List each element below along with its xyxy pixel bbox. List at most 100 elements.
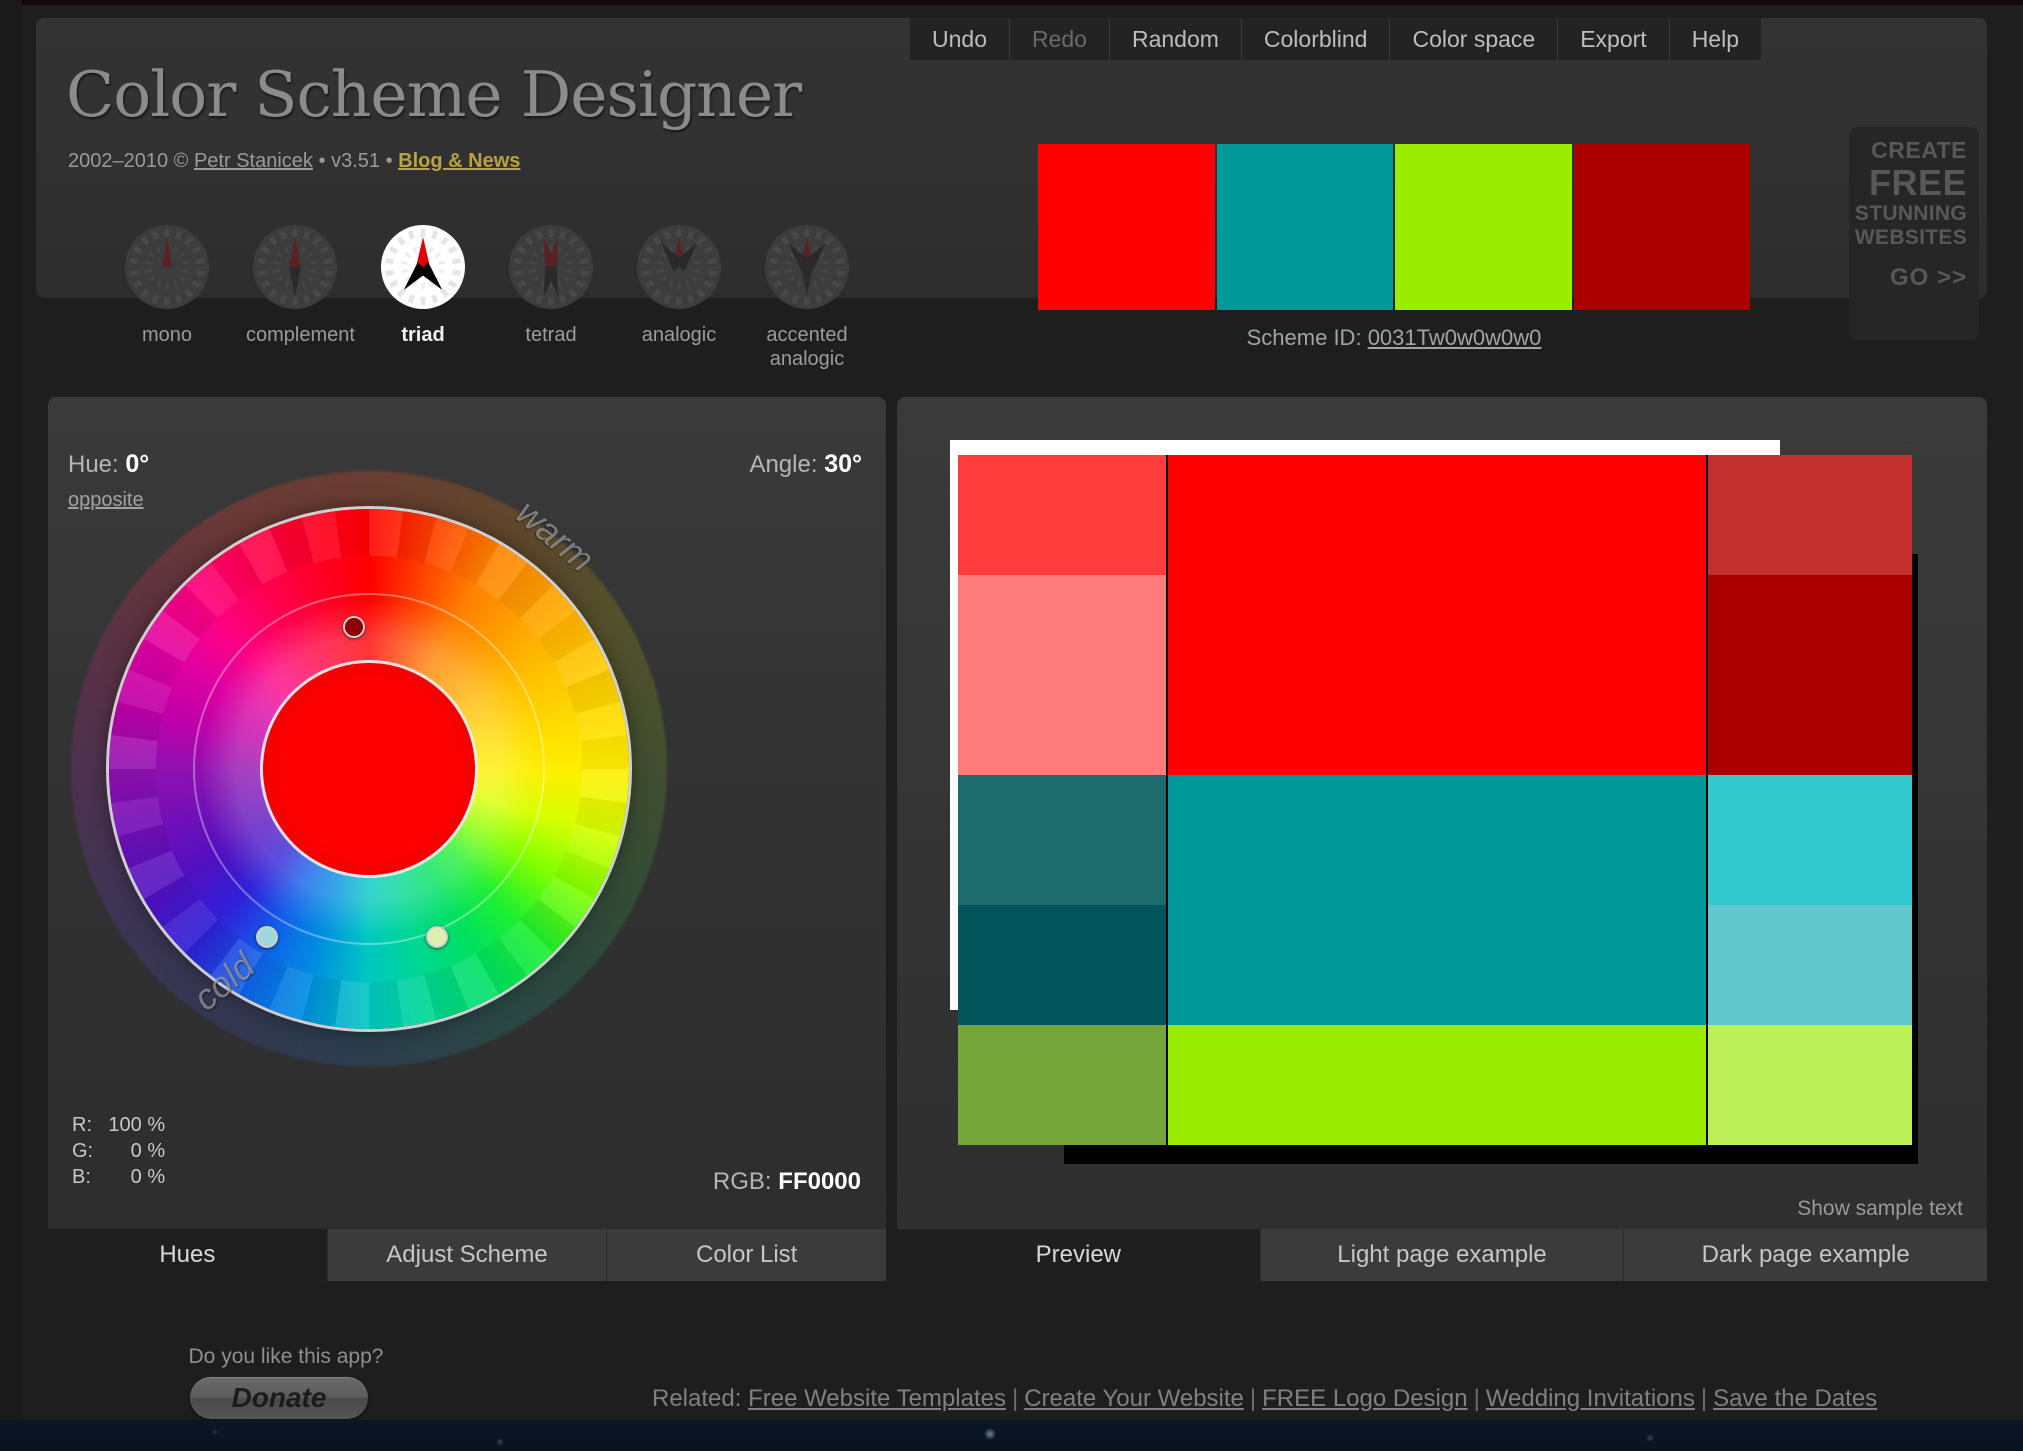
scheme-dial-icon	[123, 223, 211, 311]
related-separator: |	[1249, 1385, 1257, 1412]
blog-news-link[interactable]: Blog & News	[398, 150, 520, 172]
scheme-swatch-4[interactable]	[1573, 144, 1750, 310]
nav-item-help[interactable]: Help	[1668, 18, 1761, 60]
scheme-option-label: triad	[401, 324, 445, 346]
preview-block-left-green-mid	[958, 1025, 1168, 1145]
scheme-swatch-3[interactable]	[1395, 144, 1572, 310]
scheme-option-analogic[interactable]: analogic	[630, 223, 728, 371]
color-scheme-designer-app: Color Scheme Designer 2002–2010 © Petr S…	[0, 0, 2023, 1451]
rgb-hex-value: FF0000	[778, 1168, 861, 1195]
preview-block-right-cyan	[1708, 775, 1912, 905]
preview-block-left-teal-mid	[958, 775, 1168, 905]
byline-version: v3.51	[331, 150, 380, 172]
scheme-option-label: complement	[246, 324, 355, 346]
related-links: Related: Free Website Templates | Create Y…	[652, 1385, 1877, 1413]
preview-block-center-teal	[1168, 775, 1708, 1025]
scheme-option-accented-analogic[interactable]: accented analogic	[758, 223, 856, 371]
donate-section: Do you like this app? Donate	[189, 1345, 405, 1419]
nav-item-colorblind[interactable]: Colorblind	[1240, 18, 1390, 60]
rgb-g-value: 0 %	[130, 1140, 166, 1162]
wheel-handle-tertiary[interactable]	[426, 926, 448, 948]
scheme-option-tetrad[interactable]: tetrad	[502, 223, 600, 371]
byline: 2002–2010 © Petr Stanicek • v3.51 • Blog…	[68, 150, 520, 173]
nav-item-color-space[interactable]: Color space	[1389, 18, 1557, 60]
preview-block-right-red-muted	[1708, 455, 1912, 575]
scheme-swatch-1[interactable]	[1038, 144, 1215, 310]
ad-line-2: FREE	[1868, 162, 1967, 203]
related-link-1[interactable]: Free Website Templates	[748, 1385, 1006, 1412]
ad-line-4: WEBSITES	[1854, 226, 1967, 249]
angle-label-text: Angle:	[749, 451, 818, 478]
preview-block-center-green	[1168, 1025, 1708, 1145]
related-link-3[interactable]: FREE Logo Design	[1262, 1385, 1467, 1412]
byline-sep-1: •	[318, 150, 326, 172]
scheme-dial-icon	[251, 223, 339, 311]
tab-color-list[interactable]: Color List	[606, 1229, 886, 1281]
author-link[interactable]: Petr Stanicek	[194, 150, 313, 172]
tab-preview[interactable]: Preview	[897, 1229, 1260, 1281]
ad-go-link[interactable]: GO >>	[1849, 264, 1967, 292]
tab-dark-page-example[interactable]: Dark page example	[1623, 1229, 1987, 1281]
byline-copyright: 2002–2010 ©	[68, 150, 194, 172]
preview-block-right-green-pale	[1708, 1025, 1912, 1145]
nav-item-redo: Redo	[1008, 18, 1109, 60]
color-wheel[interactable]: warm cold	[71, 471, 667, 1067]
scheme-option-label: analogic	[641, 324, 717, 346]
rgb-b-key: B:	[72, 1166, 91, 1188]
window-chrome-left	[0, 0, 22, 1420]
angle-readout: Angle: 30°	[749, 450, 862, 479]
scheme-id-label: Scheme ID:	[1246, 325, 1362, 350]
tab-adjust-scheme[interactable]: Adjust Scheme	[326, 1229, 607, 1281]
show-sample-text-link[interactable]: Show sample text	[1797, 1197, 1963, 1221]
hues-panel: Hue: 0° Angle: 30° opposite warm cold R:…	[48, 397, 886, 1281]
nav-item-export[interactable]: Export	[1557, 18, 1668, 60]
preview-block-right-cyan-pale	[1708, 905, 1912, 1025]
scheme-dial-icon	[379, 223, 467, 311]
ad-line-1: CREATE	[1871, 137, 1967, 163]
related-link-5[interactable]: Save the Dates	[1713, 1385, 1877, 1412]
nav-item-undo[interactable]: Undo	[910, 18, 1009, 60]
scheme-option-label: tetrad	[525, 324, 577, 346]
wheel-handle-primary[interactable]	[343, 616, 365, 638]
donate-button[interactable]: Donate	[190, 1377, 368, 1419]
left-panel-tabs: Hues Adjust Scheme Color List	[48, 1229, 886, 1281]
preview-block-right-red-dark	[1708, 575, 1912, 775]
scheme-option-complement[interactable]: complement	[246, 223, 355, 371]
desktop-wallpaper-strip	[0, 1420, 2023, 1451]
nav-item-random[interactable]: Random	[1108, 18, 1241, 60]
related-separator: |	[1700, 1385, 1708, 1412]
scheme-swatch-2[interactable]	[1216, 144, 1393, 310]
rgb-hex-label: RGB:	[712, 1168, 772, 1195]
rgb-r-value: 100 %	[108, 1114, 166, 1136]
preview-color-blocks	[958, 455, 1912, 1145]
rgb-g-key: G:	[72, 1140, 94, 1162]
scheme-swatches	[1038, 144, 1750, 310]
promo-ad-box[interactable]: CREATE FREE STUNNING WEBSITES GO >>	[1849, 127, 1979, 340]
angle-value: 30°	[824, 450, 862, 478]
related-separator: |	[1473, 1385, 1480, 1412]
rgb-hex-readout: RGB: FF0000	[713, 1168, 861, 1196]
right-panel-tabs: Preview Light page example Dark page examp…	[897, 1229, 1987, 1281]
tab-hues[interactable]: Hues	[48, 1229, 327, 1281]
related-link-2[interactable]: Create Your Website	[1024, 1385, 1244, 1412]
scheme-option-mono[interactable]: mono	[118, 223, 216, 371]
top-navigation: Undo Redo Random Colorblind Color space Expor…	[910, 18, 1761, 60]
related-link-4[interactable]: Wedding Invitations	[1486, 1385, 1695, 1412]
related-separator: |	[1011, 1385, 1019, 1412]
page-title: Color Scheme Designer	[66, 58, 802, 131]
window-chrome-top	[0, 0, 2023, 5]
wheel-handle-secondary[interactable]	[256, 926, 278, 948]
scheme-option-triad[interactable]: triad	[374, 223, 472, 371]
scheme-option-label: accented analogic	[766, 324, 848, 370]
scheme-id-line: Scheme ID: 0031Tw0w0w0w0	[1038, 325, 1750, 351]
ad-line-3: STUNNING	[1854, 202, 1967, 225]
preview-block-left-red-light	[958, 455, 1168, 575]
tab-light-page-example[interactable]: Light page example	[1259, 1229, 1624, 1281]
rgb-b-value: 0 %	[130, 1166, 166, 1188]
related-label: Related:	[652, 1385, 742, 1412]
scheme-id-link[interactable]: 0031Tw0w0w0w0	[1368, 325, 1542, 350]
scheme-dial-icon	[635, 223, 723, 311]
byline-sep-2: •	[385, 150, 393, 172]
rgb-percent-readout: R: 100 % G: 0 % B: 0 %	[70, 1111, 167, 1191]
wheel-center-hub[interactable]	[263, 663, 475, 875]
